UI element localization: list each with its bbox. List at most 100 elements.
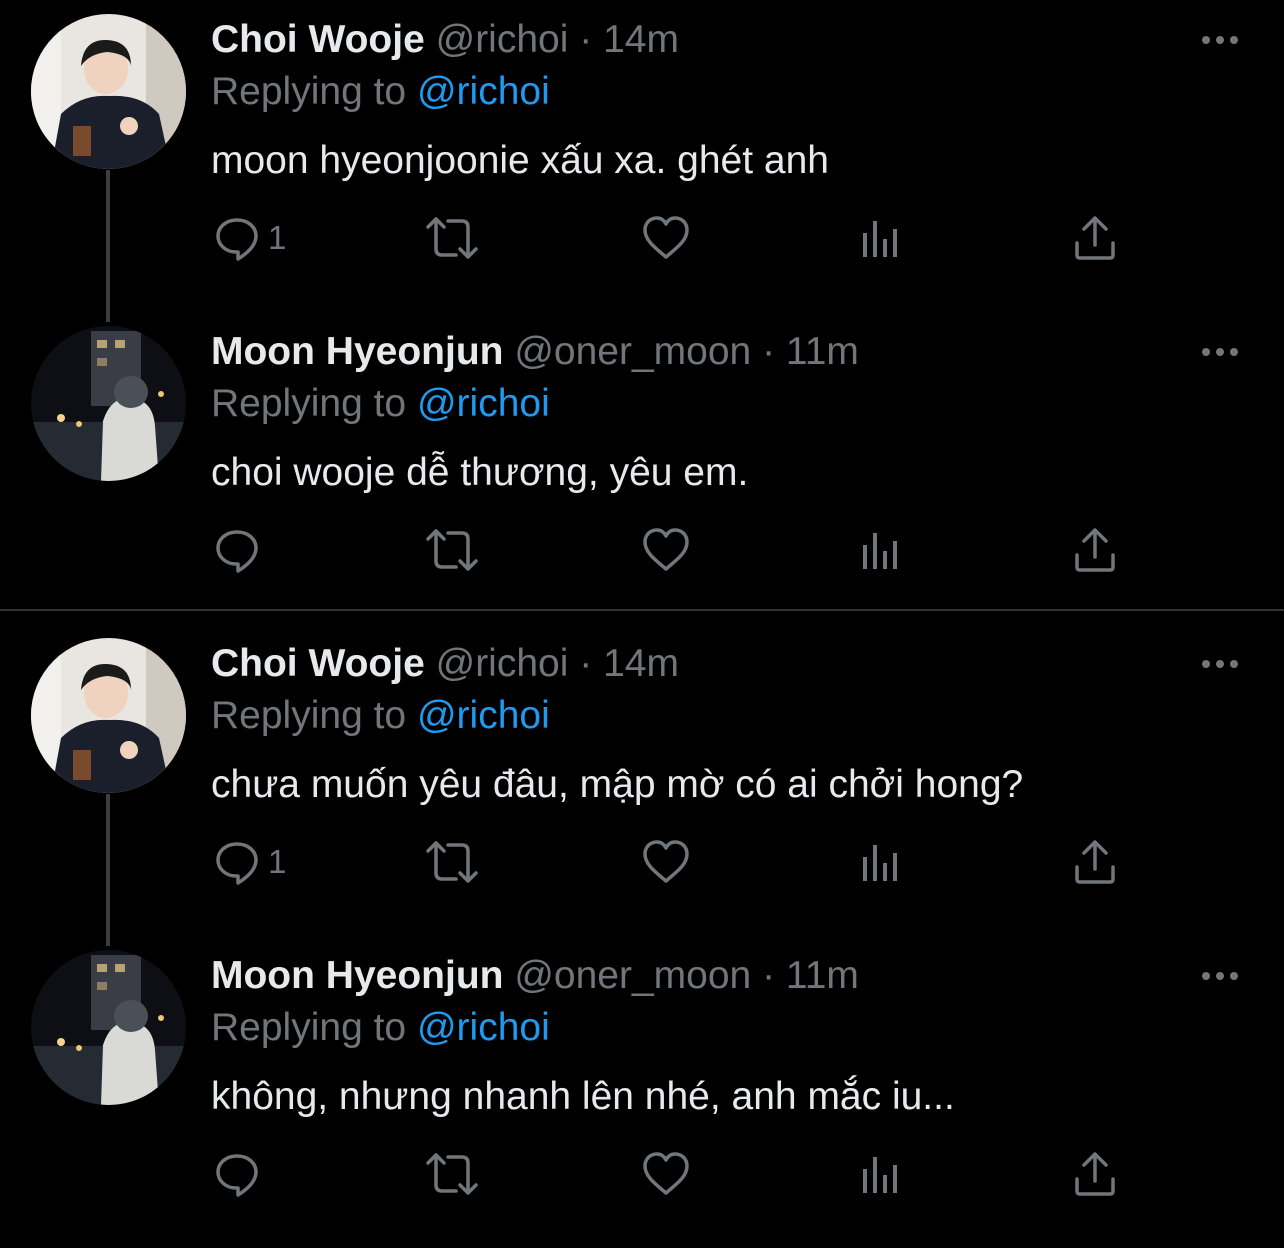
views-button[interactable] (858, 208, 906, 268)
replying-to-label: Replying to (211, 1006, 407, 1049)
tweet-text: moon hyeonjoonie xấu xa. ghét anh (211, 139, 829, 182)
replying-to: Replying to @richoi (211, 692, 550, 740)
more-icon (1202, 660, 1238, 668)
reply-count: 1 (268, 219, 287, 256)
avatar[interactable] (31, 638, 186, 793)
tweet-header: Moon Hyeonjun @oner_moon · 11m (211, 328, 859, 376)
share-button[interactable] (1070, 520, 1120, 580)
like-button[interactable] (640, 208, 692, 268)
thread-divider (0, 609, 1284, 611)
retweet-icon (426, 1153, 478, 1195)
heart-icon (643, 216, 689, 259)
tweet-header: Choi Wooje @richoi · 14m (211, 16, 679, 64)
reply-icon (216, 530, 258, 573)
more-icon (1202, 348, 1238, 356)
more-icon (1202, 36, 1238, 44)
handle[interactable]: @oner_moon (514, 954, 751, 997)
replying-to-label: Replying to (211, 694, 407, 737)
reply-button[interactable] (212, 1144, 268, 1204)
views-button[interactable] (858, 832, 906, 892)
mention-link[interactable]: @richoi (417, 694, 550, 737)
reply-icon (216, 842, 258, 885)
more-button[interactable] (1196, 332, 1244, 372)
heart-icon (643, 528, 689, 571)
share-icon (1075, 840, 1115, 884)
reply-button[interactable]: 1 (212, 208, 286, 268)
display-name[interactable]: Choi Wooje (211, 18, 425, 61)
timestamp[interactable]: 14m (603, 642, 679, 685)
separator: · (762, 330, 776, 373)
avatar[interactable] (31, 326, 186, 481)
share-icon (1075, 528, 1115, 572)
replying-to: Replying to @richoi (211, 68, 550, 116)
share-icon (1075, 1152, 1115, 1196)
retweet-button[interactable] (424, 520, 480, 580)
action-bar (0, 520, 1284, 580)
more-button[interactable] (1196, 20, 1244, 60)
action-bar: 1 (0, 832, 1284, 892)
display-name[interactable]: Choi Wooje (211, 642, 425, 685)
handle[interactable]: @richoi (436, 18, 569, 61)
replying-to-label: Replying to (211, 382, 407, 425)
replying-to: Replying to @richoi (211, 380, 550, 428)
avatar-choi-wooje-image (31, 14, 186, 169)
avatar-moon-hyeonjun-image (31, 950, 186, 1105)
share-button[interactable] (1070, 832, 1120, 892)
like-button[interactable] (640, 520, 692, 580)
tweet-text: không, nhưng nhanh lên nhé, anh mắc iu..… (211, 1075, 955, 1118)
share-button[interactable] (1070, 1144, 1120, 1204)
share-button[interactable] (1070, 208, 1120, 268)
mention-link[interactable]: @richoi (417, 1006, 550, 1049)
more-button[interactable] (1196, 644, 1244, 684)
more-button[interactable] (1196, 956, 1244, 996)
views-button[interactable] (858, 520, 906, 580)
mention-link[interactable]: @richoi (417, 382, 550, 425)
mention-link[interactable]: @richoi (417, 70, 550, 113)
separator: · (579, 18, 593, 61)
avatar-choi-wooje-image (31, 638, 186, 793)
timestamp[interactable]: 11m (786, 330, 859, 373)
tweet[interactable]: Choi Wooje @richoi · 14m Replying to @ri… (0, 0, 1284, 322)
retweet-button[interactable] (424, 832, 480, 892)
retweet-button[interactable] (424, 1144, 480, 1204)
like-button[interactable] (640, 1144, 692, 1204)
replying-to-label: Replying to (211, 70, 407, 113)
tweet[interactable]: Moon Hyeonjun @oner_moon · 11m Replying … (0, 312, 1284, 624)
reply-button[interactable] (212, 520, 268, 580)
avatar[interactable] (31, 14, 186, 169)
avatar-moon-hyeonjun-image (31, 326, 186, 481)
avatar[interactable] (31, 950, 186, 1105)
reply-icon (216, 1154, 258, 1197)
tweet-text: choi wooje dễ thương, yêu em. (211, 451, 749, 494)
reply-button[interactable]: 1 (212, 832, 286, 892)
more-icon (1202, 972, 1238, 980)
separator: · (762, 954, 776, 997)
tweet[interactable]: Moon Hyeonjun @oner_moon · 11m Replying … (0, 936, 1284, 1248)
tweet-text: chưa muốn yêu đâu, mập mờ có ai chởi hon… (211, 763, 1024, 806)
separator: · (579, 642, 593, 685)
display-name[interactable]: Moon Hyeonjun (211, 330, 503, 373)
tweet-header: Choi Wooje @richoi · 14m (211, 640, 679, 688)
views-icon (863, 221, 897, 257)
like-button[interactable] (640, 832, 692, 892)
display-name[interactable]: Moon Hyeonjun (211, 954, 503, 997)
heart-icon (643, 840, 689, 883)
tweet-header: Moon Hyeonjun @oner_moon · 11m (211, 952, 859, 1000)
retweet-button[interactable] (424, 208, 480, 268)
retweet-icon (426, 529, 478, 571)
handle[interactable]: @richoi (436, 642, 569, 685)
tweet[interactable]: Choi Wooje @richoi · 14m Replying to @ri… (0, 624, 1284, 946)
share-icon (1075, 216, 1115, 260)
views-button[interactable] (858, 1144, 906, 1204)
handle[interactable]: @oner_moon (514, 330, 751, 373)
timestamp[interactable]: 14m (603, 18, 679, 61)
heart-icon (643, 1152, 689, 1195)
timestamp[interactable]: 11m (786, 954, 859, 997)
retweet-icon (426, 841, 478, 883)
views-icon (863, 533, 897, 569)
reply-icon (216, 218, 258, 261)
views-icon (863, 845, 897, 881)
retweet-icon (426, 217, 478, 259)
reply-count: 1 (268, 843, 287, 880)
action-bar: 1 (0, 208, 1284, 268)
